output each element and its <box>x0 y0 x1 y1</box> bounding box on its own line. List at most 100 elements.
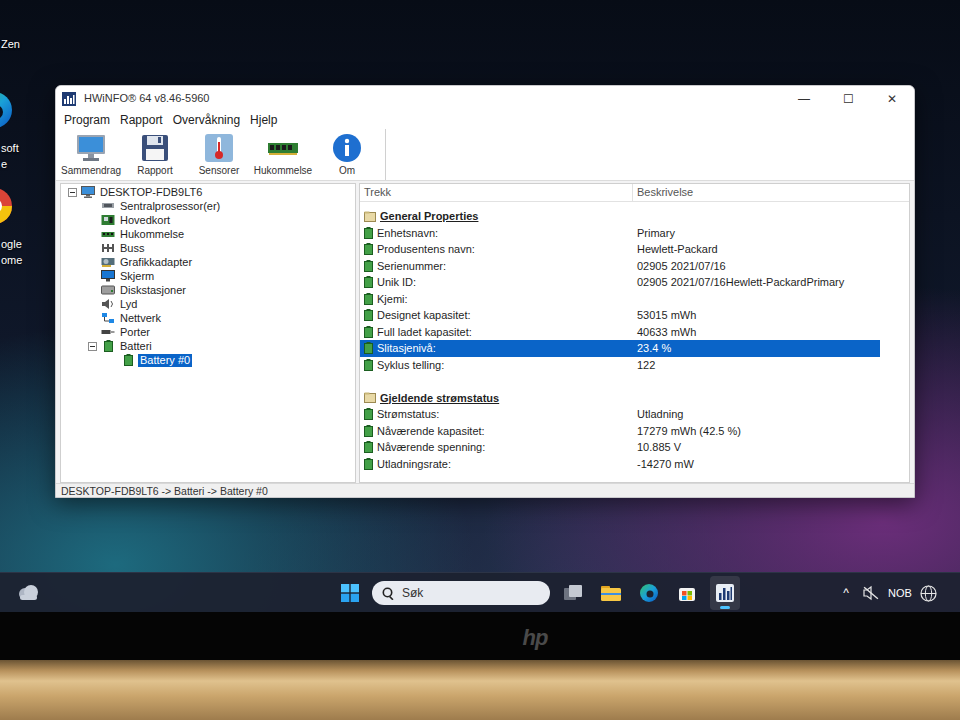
tree-label[interactable]: Batteri <box>118 340 154 353</box>
property-value[interactable]: 122 <box>637 357 655 374</box>
gpu-icon[interactable] <box>101 256 115 268</box>
tree-item[interactable]: Sentralprosessor(er) <box>61 199 355 213</box>
desktop-icon-label[interactable]: ome <box>0 252 44 268</box>
edge-icon[interactable] <box>0 90 14 130</box>
section-title[interactable]: Gjeldende strømstatus <box>360 390 909 407</box>
store-icon[interactable] <box>676 583 698 603</box>
property-value[interactable]: 53015 mWh <box>637 307 696 324</box>
battery-icon[interactable] <box>121 354 135 366</box>
network-icon[interactable] <box>101 312 115 324</box>
desktop-icon[interactable]: ogleome <box>0 186 44 268</box>
search-icon[interactable] <box>382 586 396 600</box>
tree-item[interactable]: Battery #0 <box>61 353 355 367</box>
property-value[interactable]: Hewlett-Packard <box>637 241 718 258</box>
board-icon[interactable] <box>101 214 115 226</box>
property-row[interactable]: Nåværende spenning: 10.885 V <box>360 439 880 456</box>
section-title[interactable]: General Properties <box>360 208 909 225</box>
explorer-icon[interactable] <box>600 584 622 602</box>
property-label[interactable]: Serienummer: <box>377 258 446 275</box>
edge-icon[interactable] <box>638 583 660 603</box>
property-label[interactable]: Syklus telling: <box>377 357 444 374</box>
memory-icon[interactable] <box>267 133 299 163</box>
property-label[interactable]: Enhetsnavn: <box>377 225 438 242</box>
taskbar-app[interactable] <box>558 576 588 610</box>
tree-label[interactable]: Nettverk <box>118 312 163 325</box>
battery-icon[interactable] <box>101 340 115 352</box>
tree-item[interactable]: Grafikkadapter <box>61 255 355 269</box>
tree-label[interactable]: Porter <box>118 326 152 339</box>
edge-icon[interactable] <box>0 90 14 130</box>
chrome-icon[interactable] <box>0 186 14 226</box>
tree-item[interactable]: Buss <box>61 241 355 255</box>
property-value[interactable]: Utladning <box>637 406 683 423</box>
memory-icon[interactable] <box>101 228 115 240</box>
property-value[interactable]: 17279 mWh (42.5 %) <box>637 423 741 440</box>
taskbar-app[interactable] <box>710 576 740 610</box>
close-button[interactable]: ✕ <box>870 86 914 111</box>
toolbar-label[interactable]: Sensorer <box>199 165 240 177</box>
minimize-button[interactable]: — <box>782 86 826 111</box>
toolbar-button[interactable]: Sensorer <box>187 133 251 180</box>
explorer-icon[interactable] <box>600 583 622 603</box>
hwinfo-icon[interactable] <box>715 583 735 603</box>
property-label[interactable]: Designet kapasitet: <box>377 307 471 324</box>
desktop-icon[interactable]: Zen <box>0 36 44 52</box>
tree-label[interactable]: Battery #0 <box>138 354 192 367</box>
menu-item[interactable]: Overvåkning <box>170 112 243 128</box>
board-icon[interactable] <box>101 214 115 226</box>
disk-icon[interactable] <box>101 284 115 296</box>
tree-label[interactable]: Sentralprosessor(er) <box>118 200 222 213</box>
tree-label[interactable]: Skjerm <box>118 270 156 283</box>
windows-start-icon[interactable] <box>336 579 364 607</box>
property-label[interactable]: Nåværende spenning: <box>377 439 485 456</box>
bus-icon[interactable] <box>101 242 115 254</box>
maximize-button[interactable]: ☐ <box>826 86 870 111</box>
property-label[interactable]: Strømstatus: <box>377 406 439 423</box>
computer-icon[interactable] <box>81 186 95 198</box>
tree-label[interactable]: Hovedkort <box>118 214 172 227</box>
property-row[interactable]: Strømstatus: Utladning <box>360 406 880 423</box>
tree-item[interactable]: Hukommelse <box>61 227 355 241</box>
sensors-icon[interactable] <box>203 133 235 163</box>
property-row[interactable]: Designet kapasitet: 53015 mWh <box>360 307 880 324</box>
property-row[interactable]: Nåværende kapasitet:17279 mWh (42.5 %) <box>360 423 880 440</box>
battery-icon[interactable] <box>124 354 133 366</box>
property-value[interactable]: -14270 mW <box>637 456 694 473</box>
ports-icon[interactable] <box>101 326 115 338</box>
toolbar-label[interactable]: Hukommelse <box>254 165 312 177</box>
weather-icon[interactable] <box>16 582 40 604</box>
memory-icon[interactable] <box>267 133 299 163</box>
windows-start-icon[interactable] <box>341 584 359 602</box>
hwinfo-icon[interactable] <box>714 583 736 603</box>
property-value[interactable]: 23.4 % <box>637 340 671 357</box>
taskbar-app[interactable] <box>672 576 702 610</box>
display-icon[interactable] <box>101 270 115 282</box>
menu-item[interactable]: Program <box>61 112 113 128</box>
property-value[interactable]: 02905 2021/07/16 <box>637 258 726 275</box>
property-label[interactable]: Utladningsrate: <box>377 456 451 473</box>
tree-item[interactable]: Porter <box>61 325 355 339</box>
tree-toggle-icon[interactable] <box>67 187 77 197</box>
property-row[interactable]: Kjemi: <box>360 291 880 308</box>
display-icon[interactable] <box>101 270 115 282</box>
property-row[interactable]: Utladningsrate: -14270 mW <box>360 456 880 473</box>
cpu-icon[interactable] <box>101 200 115 212</box>
taskview-icon[interactable] <box>563 584 583 602</box>
property-value[interactable]: Primary <box>637 225 675 242</box>
tree-label[interactable]: Hukommelse <box>118 228 186 241</box>
search-box[interactable] <box>372 581 550 605</box>
property-label[interactable]: Kjemi: <box>377 291 408 308</box>
property-label[interactable]: Full ladet kapasitet: <box>377 324 472 341</box>
tree-item[interactable]: Batteri <box>61 339 355 353</box>
store-icon[interactable] <box>677 583 697 603</box>
title-bar[interactable]: HWiNFO® 64 v8.46-5960—☐✕ <box>56 86 914 111</box>
edge-icon[interactable] <box>639 583 659 603</box>
tree-label[interactable]: Buss <box>118 242 146 255</box>
sound-icon[interactable] <box>101 298 115 310</box>
property-value[interactable]: 10.885 V <box>637 439 681 456</box>
property-row[interactable]: Unik ID:02905 2021/07/16Hewlett-PackardP… <box>360 274 880 291</box>
property-row[interactable]: Serienummer: 02905 2021/07/16 <box>360 258 880 275</box>
property-row[interactable]: Syklus telling: 122 <box>360 357 880 374</box>
property-row[interactable]: Slitasjenivå:23.4 % <box>360 340 880 357</box>
muted-speaker-icon[interactable] <box>862 585 880 601</box>
